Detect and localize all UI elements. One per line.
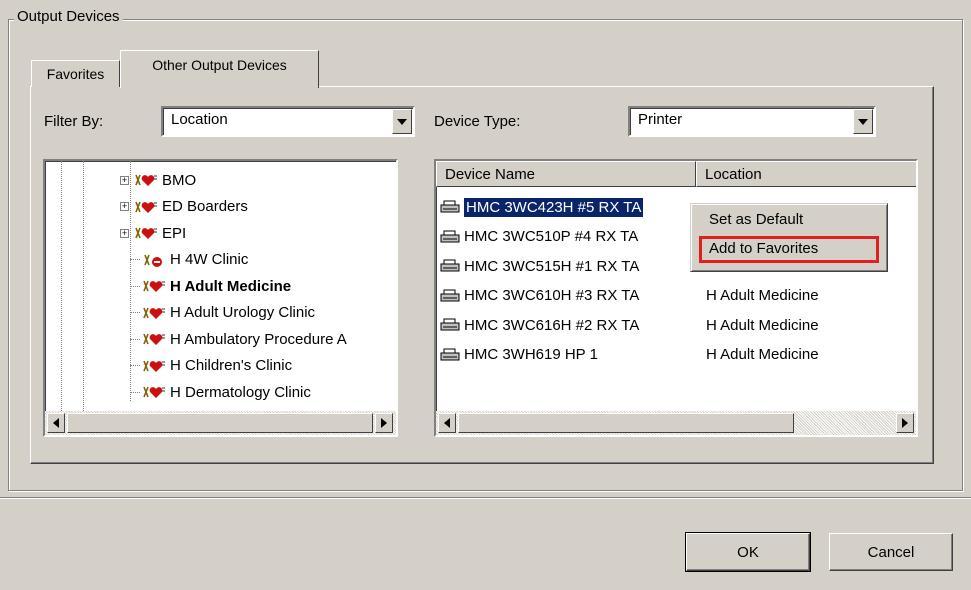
expand-icon[interactable]: + [120,228,129,238]
arrow-left-icon [444,418,450,428]
tree-scroll-right-button[interactable] [375,413,393,433]
chevron-down-icon [858,118,868,125]
device-name: HMC 3WC610H #3 RX TA [464,287,640,304]
arrow-right-icon [381,418,387,428]
device-type-value: Printer [638,111,683,128]
device-name: HMC 3WC423H #5 RX TA [464,197,644,217]
column-header-location[interactable]: Location [696,161,916,187]
tree-connector [130,391,140,393]
tree-item[interactable]: H Adult Medicine [130,275,291,297]
tree-connector [130,285,140,287]
arrow-right-icon [902,418,908,428]
printer-icon [440,259,460,273]
device-type-dropdown-button[interactable] [853,109,873,134]
footer-separator [0,497,971,499]
tree-item[interactable]: H Children's Clinic [130,355,292,377]
menu-item-add-to-favorites[interactable]: Add to Favorites [709,240,818,257]
tab-other-output-devices[interactable]: Other Output Devices [120,50,319,88]
table-row[interactable]: HMC 3WC423H #5 RX TA [440,195,706,219]
device-location: H Adult Medicine [706,316,819,334]
device-type-combobox[interactable]: Printer [628,106,876,137]
filter-by-combobox[interactable]: Location [161,106,415,137]
printer-icon [440,230,460,244]
location-icon [142,278,166,294]
cancel-button[interactable]: Cancel [829,533,953,571]
device-name: HMC 3WC515H #1 RX TA [464,257,640,275]
tree-item-label: H Children's Clinic [170,357,293,374]
device-horizontal-scroll-thumb[interactable] [458,413,794,433]
column-header-device-name[interactable]: Device Name [436,161,696,187]
table-row[interactable]: HMC 3WC610H #3 RX TA H Adult Medicine [440,284,819,308]
tree-item-label: ED Boarders [162,198,248,215]
filter-by-label: Filter By: [44,113,104,130]
tree-horizontal-scroll-thumb[interactable] [67,413,373,433]
printer-icon [440,348,460,362]
location-icon [142,331,166,347]
location-icon [134,199,158,215]
device-scroll-right-button[interactable] [896,413,914,433]
ok-button[interactable]: OK [685,532,811,572]
group-title: Output Devices [14,8,123,25]
device-name: HMC 3WC510P #4 RX TA [464,228,639,245]
expand-icon[interactable]: + [120,175,129,185]
tree-item[interactable]: + EPI [120,222,186,244]
device-type-label: Device Type: [434,113,521,130]
filter-dropdown-button[interactable] [392,109,412,134]
tree-item-label: H Ambulatory Procedure A [170,330,347,348]
tree-item-label: H Dermatology Clinic [170,383,311,401]
arrow-left-icon [53,418,59,428]
tree-item-label: H Adult Medicine [170,277,292,295]
filter-by-value: Location [171,111,228,128]
table-row[interactable]: HMC 3WH619 HP 1 H Adult Medicine [440,343,819,367]
printer-icon [440,289,460,303]
chevron-down-icon [397,118,407,125]
tree-item[interactable]: H Ambulatory Procedure A [130,328,347,350]
tab-favorites[interactable]: Favorites [31,60,120,87]
menu-item-set-as-default[interactable]: Set as Default [709,211,803,228]
tree-item-label: H Adult Urology Clinic [170,304,316,321]
context-menu: Set as Default Add to Favorites [690,203,888,272]
tree-connector [130,259,140,260]
tree-scroll-left-button[interactable] [47,413,65,433]
tree-item-label: EPI [162,224,187,242]
tree-item[interactable]: + ED Boarders [120,196,248,218]
location-icon [134,172,158,188]
location-icon [142,305,166,321]
location-restricted-icon [142,252,166,268]
tree-item[interactable]: + BMO [120,169,196,191]
location-icon [142,384,166,400]
device-scroll-left-button[interactable] [438,413,456,433]
tree-item-label: BMO [162,171,197,189]
location-icon [142,358,166,374]
tree-connector [130,365,140,366]
tree-item-label: H 4W Clinic [170,251,249,268]
printer-icon [440,200,460,214]
tree-item[interactable]: H Dermatology Clinic [130,381,311,403]
table-row[interactable]: HMC 3WC510P #4 RX TA [440,225,706,249]
location-icon [134,225,158,241]
tree-connector [130,312,140,313]
device-name: HMC 3WH619 HP 1 [464,346,598,363]
device-list[interactable]: Device Name Location HMC 3WC423H #5 RX T… [434,159,918,437]
tree-item[interactable]: H 4W Clinic [130,249,248,271]
tree-item[interactable]: H Adult Urology Clinic [130,302,315,324]
location-tree[interactable]: + BMO + ED Boarders + EPI H 4W Clinic H Adult M… [43,159,398,437]
device-location: H Adult Medicine [706,346,819,363]
table-row[interactable]: HMC 3WC616H #2 RX TA H Adult Medicine [440,313,819,337]
device-location: H Adult Medicine [706,287,819,304]
tree-connector [130,338,140,340]
expand-icon[interactable]: + [120,202,129,211]
device-name: HMC 3WC616H #2 RX TA [464,316,640,334]
printer-icon [440,318,460,332]
